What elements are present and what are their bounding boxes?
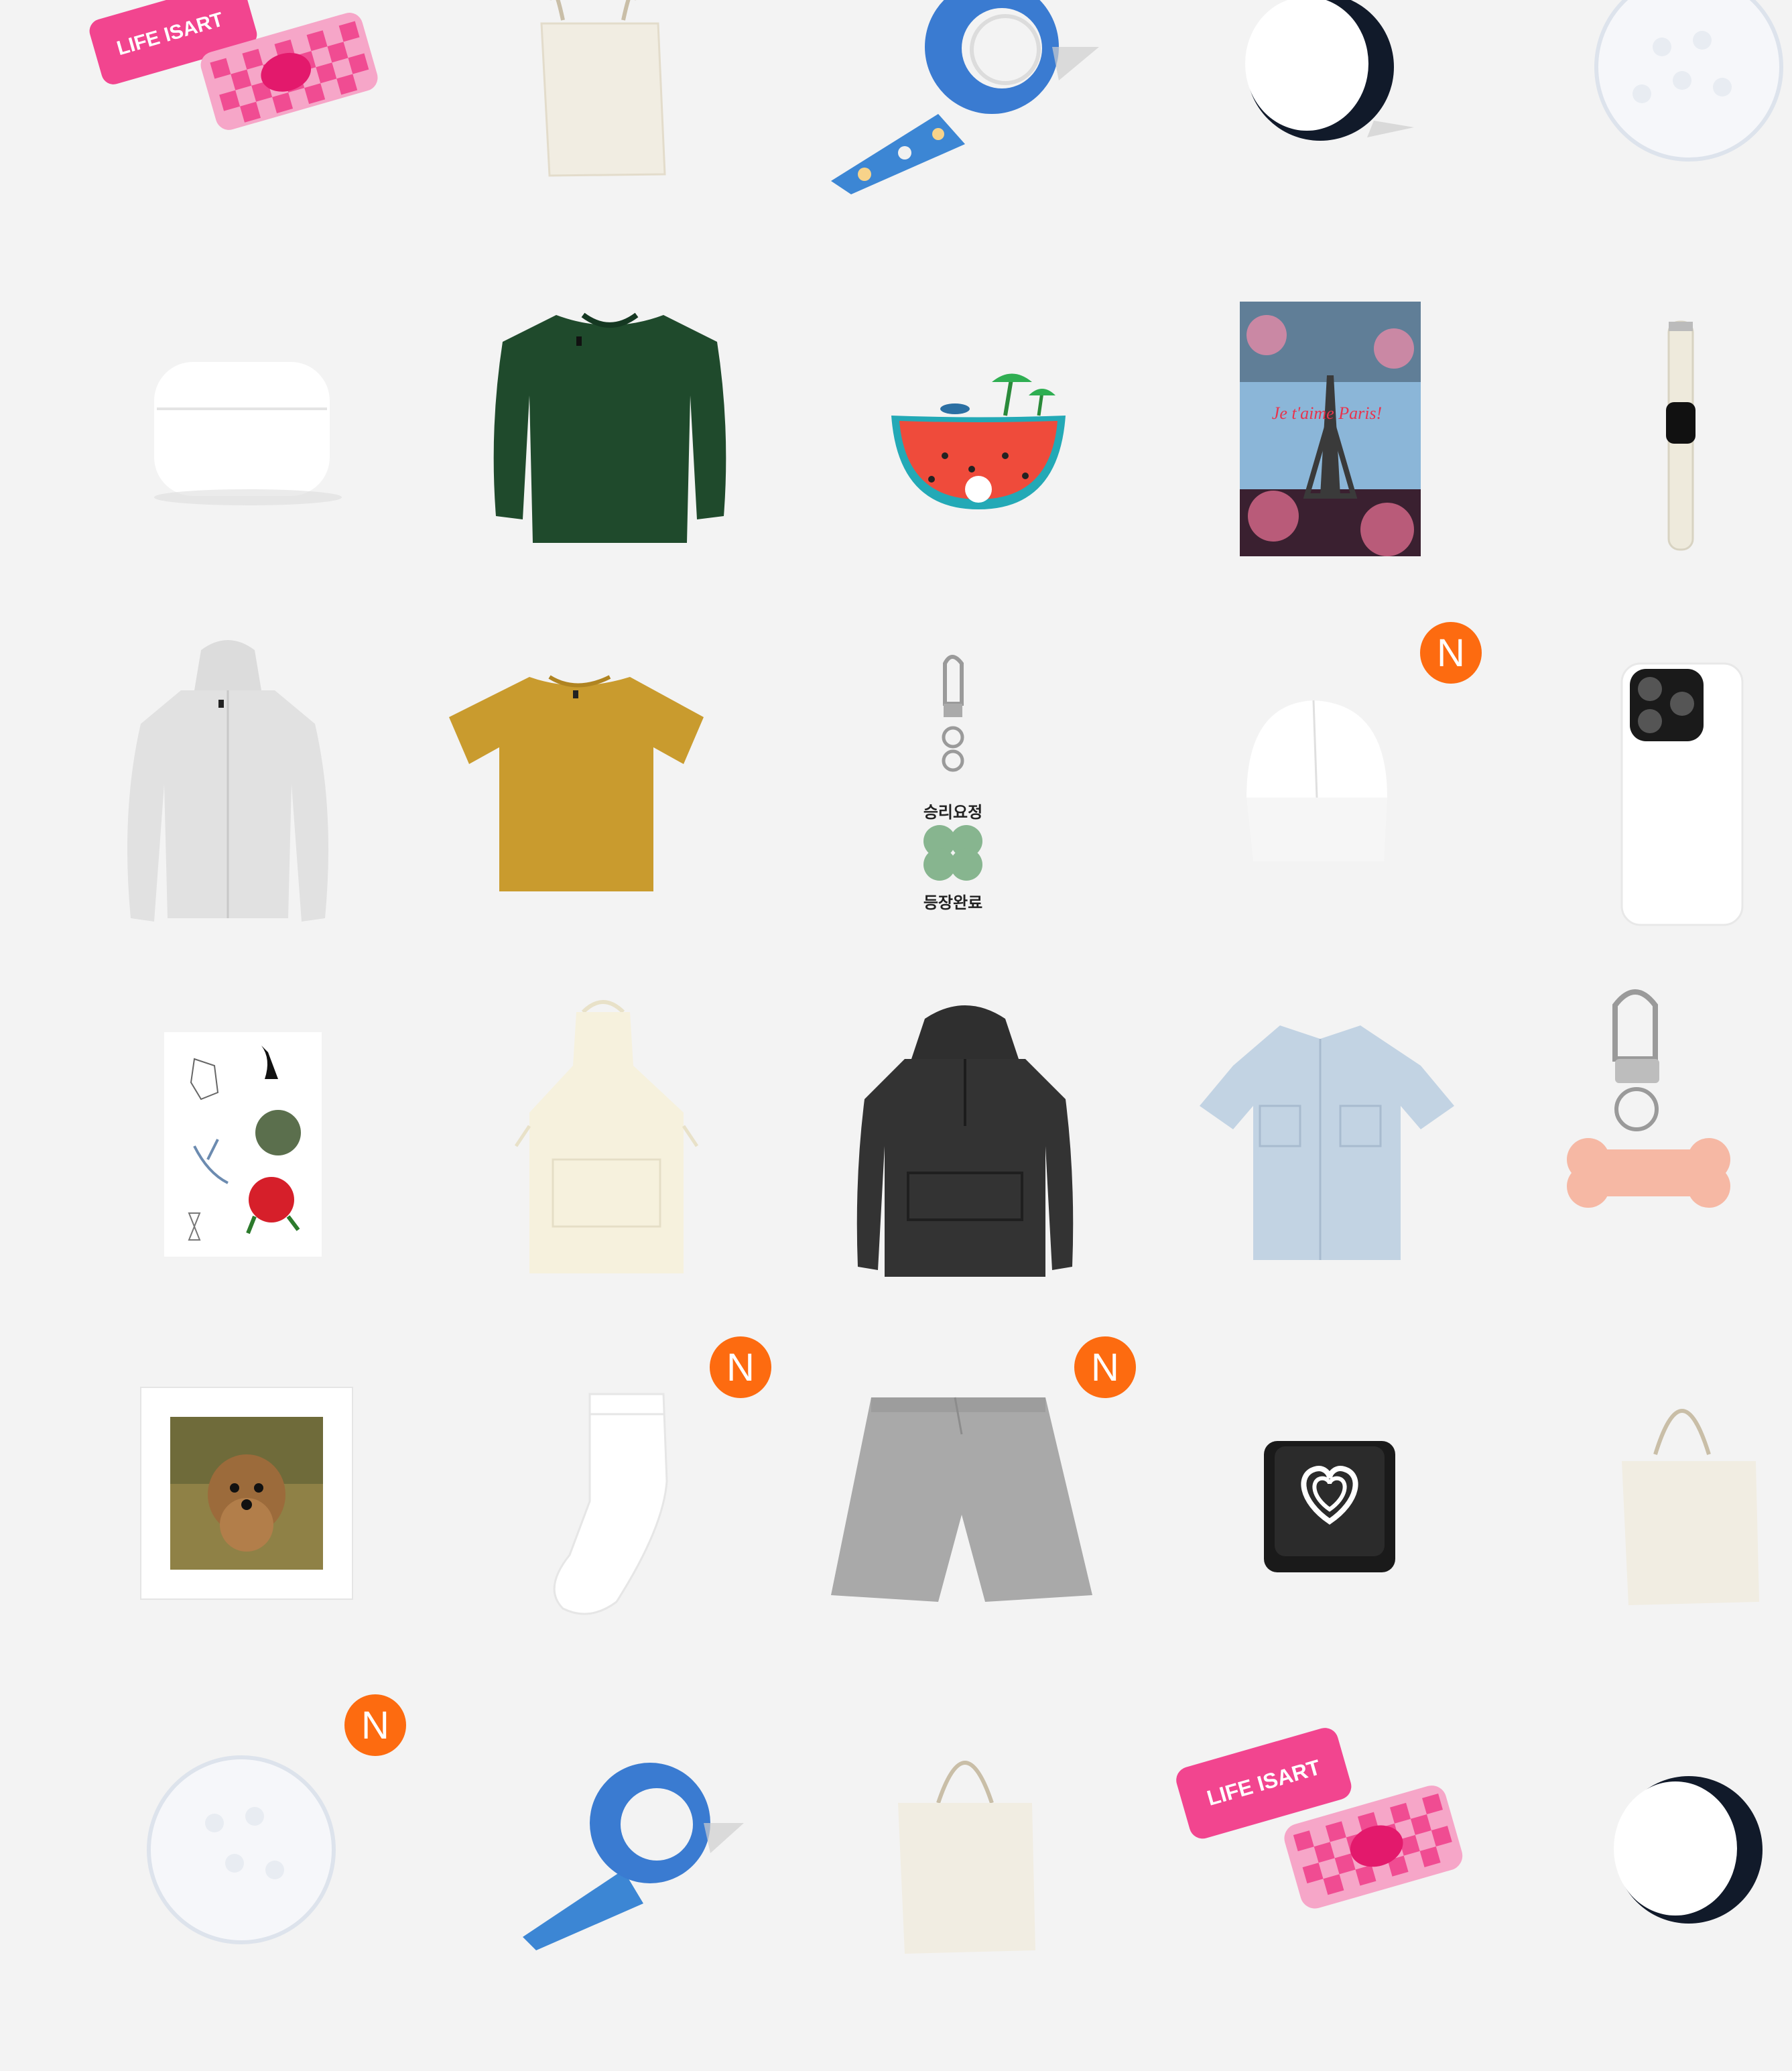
shorts-gray-image bbox=[831, 1397, 1092, 1602]
product-watch-strap[interactable] bbox=[1548, 308, 1792, 603]
product-cap-white[interactable] bbox=[1220, 684, 1501, 979]
tattoo-sticker-image bbox=[164, 1032, 322, 1257]
product-acrylic-keyring-clover[interactable]: 승리요정 등장완료 bbox=[811, 650, 1092, 945]
product-socks[interactable] bbox=[529, 1387, 811, 1682]
product-airpods-case[interactable] bbox=[101, 315, 382, 610]
product-anorak[interactable] bbox=[851, 1005, 1133, 1300]
product-zip-hoodie[interactable] bbox=[87, 637, 369, 932]
product-acrylic-sticker-watermelon[interactable] bbox=[838, 328, 1119, 623]
new-badge: N bbox=[710, 1336, 771, 1398]
product-apron[interactable] bbox=[514, 1000, 797, 1300]
product-golf-ball[interactable] bbox=[1568, 0, 1792, 288]
keycap-heart-image bbox=[1264, 1441, 1395, 1572]
acrylic-keyring-clover-image: 승리요정 등장완료 bbox=[923, 655, 982, 912]
photo-print-image bbox=[140, 1387, 353, 1600]
smart-grip-2-image bbox=[1614, 1776, 1763, 1924]
product-t-shirt-mustard[interactable] bbox=[449, 664, 730, 958]
golf-ball-2-image bbox=[147, 1755, 336, 1944]
short-sleeve-shirt-image bbox=[1200, 1025, 1454, 1260]
product-mint-tin-case[interactable]: LIFE ISART bbox=[87, 0, 378, 288]
product-masking-tape-2[interactable] bbox=[523, 1763, 804, 2064]
smart-grip-image bbox=[1245, 0, 1414, 141]
product-photo-print[interactable] bbox=[140, 1387, 422, 1682]
product-eco-bag[interactable] bbox=[462, 0, 744, 288]
product-poster-paris[interactable]: Je t'aime Paris! bbox=[1226, 295, 1508, 590]
masking-tape-image bbox=[831, 0, 1099, 194]
product-grid: LIFE ISART Je t'aime Paris! 승리요정 등장완료 N … bbox=[0, 0, 1792, 1954]
pet-tag-keyring-image bbox=[1567, 989, 1730, 1208]
poster-text: Je t'aime Paris! bbox=[1272, 403, 1382, 423]
keyring-bottom-text: 등장완료 bbox=[923, 893, 982, 912]
mint-tin-case-image: LIFE ISART bbox=[89, 0, 378, 130]
apron-image bbox=[514, 1000, 699, 1273]
golf-ball-image bbox=[1594, 0, 1783, 162]
product-pet-tag-keyring[interactable] bbox=[1561, 985, 1792, 1280]
eco-bag-2-image bbox=[1622, 1409, 1759, 1605]
product-golf-ball-2[interactable] bbox=[147, 1755, 429, 2051]
product-smart-grip[interactable] bbox=[1206, 0, 1488, 288]
socks-image bbox=[553, 1393, 668, 1615]
product-keycap-heart[interactable] bbox=[1260, 1434, 1541, 1729]
masking-tape-2-image bbox=[523, 1763, 744, 1950]
product-phone-case[interactable] bbox=[1595, 650, 1792, 945]
product-eco-bag-3[interactable] bbox=[898, 1736, 1179, 2031]
new-badge: N bbox=[344, 1694, 406, 1756]
product-mint-tin-case-2[interactable]: LIFE ISART bbox=[1173, 1728, 1463, 2031]
product-smart-grip-2[interactable] bbox=[1595, 1776, 1792, 2071]
product-short-sleeve-shirt[interactable] bbox=[1193, 1019, 1474, 1314]
anorak-image bbox=[856, 1005, 1074, 1277]
keyring-top-text: 승리요정 bbox=[923, 803, 982, 822]
product-eco-bag-2[interactable] bbox=[1615, 1374, 1792, 1669]
phone-case-image bbox=[1620, 662, 1744, 926]
watch-strap-image bbox=[1666, 320, 1695, 551]
t-shirt-mustard-image bbox=[449, 675, 704, 891]
product-sweatshirt-green[interactable] bbox=[469, 295, 751, 590]
cap-white-image bbox=[1246, 700, 1387, 861]
product-shorts-gray[interactable] bbox=[831, 1394, 1133, 1689]
acrylic-sticker-watermelon-image bbox=[891, 373, 1066, 509]
mint-tin-case-2-image: LIFE ISART bbox=[1176, 1728, 1463, 1909]
eco-bag-image bbox=[540, 0, 666, 177]
sweatshirt-green-image bbox=[493, 312, 726, 543]
airpods-case-image bbox=[154, 362, 342, 505]
eco-bag-3-image bbox=[898, 1761, 1035, 1954]
product-tattoo-sticker[interactable] bbox=[154, 1025, 436, 1320]
zip-hoodie-image bbox=[127, 640, 328, 922]
new-badge: N bbox=[1420, 622, 1482, 684]
new-badge: N bbox=[1074, 1336, 1136, 1398]
product-masking-tape[interactable] bbox=[831, 0, 1119, 288]
poster-paris-image: Je t'aime Paris! bbox=[1240, 302, 1421, 556]
